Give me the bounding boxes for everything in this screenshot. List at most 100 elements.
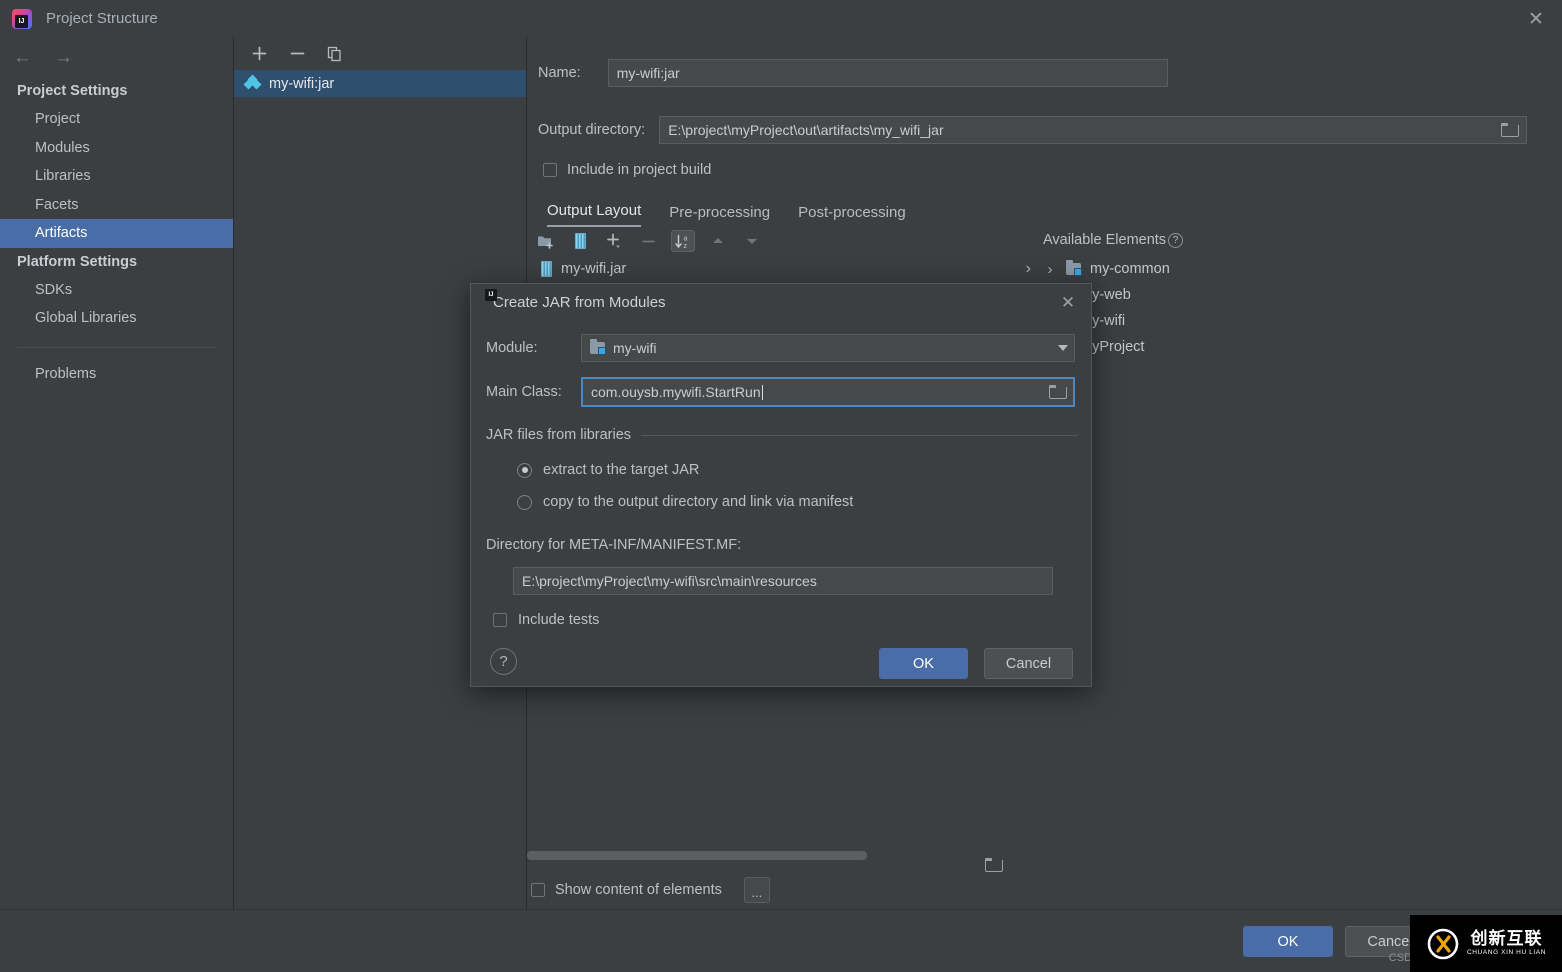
- tab-post-processing[interactable]: Post-processing: [798, 204, 906, 227]
- radio-copy-row[interactable]: copy to the output directory and link vi…: [517, 494, 853, 510]
- artifact-item-label: my-wifi:jar: [269, 76, 334, 92]
- sidebar-item-facets[interactable]: Facets: [0, 191, 233, 220]
- add-artifact-button[interactable]: [248, 43, 270, 65]
- sidebar-item-label: Problems: [35, 366, 96, 382]
- sidebar-item-label: SDKs: [35, 282, 72, 298]
- svg-text:a: a: [684, 235, 688, 242]
- available-elements-help-icon[interactable]: ?: [1168, 233, 1183, 248]
- radio-extract-to-target-jar[interactable]: [517, 463, 532, 478]
- output-directory-input[interactable]: E:\project\myProject\out\artifacts\my_wi…: [659, 116, 1527, 144]
- radio-extract-row[interactable]: extract to the target JAR: [517, 462, 699, 478]
- move-down-button[interactable]: [741, 230, 763, 252]
- include-tests-row[interactable]: Include tests: [493, 612, 599, 628]
- radio-copy-to-output-directory[interactable]: [517, 495, 532, 510]
- svg-text:z: z: [684, 243, 688, 250]
- watermark-behind-text: CSD: [1389, 952, 1412, 964]
- manifest-dir-label: Directory for META-INF/MANIFEST.MF:: [486, 537, 741, 553]
- dialog-help-button[interactable]: ?: [490, 648, 517, 675]
- dialog-title-bar: Create JAR from Modules ✕: [471, 284, 1091, 320]
- sidebar-item-sdks[interactable]: SDKs: [0, 276, 233, 305]
- sidebar-item-label: Facets: [35, 197, 79, 213]
- sidebar-item-label: Artifacts: [35, 225, 87, 241]
- output-tree-row[interactable]: my-wifi.jar ›: [535, 256, 1037, 282]
- main-class-value: com.ouysb.mywifi.StartRun: [591, 384, 761, 400]
- sidebar-item-libraries[interactable]: Libraries: [0, 162, 233, 191]
- close-icon[interactable]: ✕: [1524, 7, 1548, 31]
- remove-artifact-button[interactable]: [286, 43, 308, 65]
- sidebar-item-label: Libraries: [35, 168, 91, 184]
- chevron-right-icon[interactable]: ›: [1043, 261, 1057, 278]
- manifest-dir-value: E:\project\myProject\my-wifi\src\main\re…: [522, 573, 817, 589]
- forward-arrow-icon[interactable]: →: [54, 48, 73, 67]
- sidebar: ← → Project Settings Project Modules Lib…: [0, 37, 234, 909]
- sidebar-nav: ← →: [0, 37, 233, 77]
- add-archive-button[interactable]: [569, 230, 591, 252]
- manifest-dir-input[interactable]: E:\project\myProject\my-wifi\src\main\re…: [513, 567, 1053, 595]
- sidebar-group-platform-settings: Platform Settings: [0, 248, 233, 276]
- name-input[interactable]: my-wifi:jar: [608, 59, 1168, 87]
- browse-folder-icon[interactable]: [1501, 123, 1518, 137]
- output-directory-row: Output directory: E:\project\myProject\o…: [538, 116, 1562, 144]
- back-arrow-icon[interactable]: ←: [13, 48, 32, 67]
- sidebar-item-problems[interactable]: Problems: [0, 360, 233, 389]
- sidebar-group-project-settings: Project Settings: [0, 77, 233, 105]
- copy-artifact-button[interactable]: [324, 43, 346, 65]
- sidebar-item-modules[interactable]: Modules: [0, 134, 233, 163]
- title-bar: Project Structure ✕: [0, 0, 1562, 37]
- remove-element-button[interactable]: [637, 230, 659, 252]
- artifacts-toolbar: [234, 37, 526, 70]
- include-tests-checkbox[interactable]: [493, 613, 507, 627]
- main-class-row: Main Class: com.ouysb.mywifi.StartRun: [486, 377, 1075, 407]
- main-class-input[interactable]: com.ouysb.mywifi.StartRun: [581, 377, 1075, 407]
- show-content-checkbox[interactable]: [531, 883, 545, 897]
- add-element-button[interactable]: [603, 230, 625, 252]
- radio-copy-label: copy to the output directory and link vi…: [543, 494, 853, 510]
- artifact-list-item[interactable]: my-wifi:jar: [234, 70, 526, 97]
- show-content-label: Show content of elements: [555, 882, 722, 898]
- tab-output-layout[interactable]: Output Layout: [547, 202, 641, 227]
- available-elements-header: Available Elements ?: [1043, 232, 1183, 248]
- ellipsis-button[interactable]: ...: [744, 877, 770, 903]
- detail-tabs: Output Layout Pre-processing Post-proces…: [547, 197, 906, 227]
- sidebar-item-project[interactable]: Project: [0, 105, 233, 134]
- text-cursor: [762, 385, 763, 400]
- chevron-right-icon[interactable]: ›: [1026, 260, 1031, 278]
- tab-pre-processing[interactable]: Pre-processing: [669, 204, 770, 227]
- browse-manifest-icon[interactable]: [985, 858, 1002, 872]
- module-folder-icon: [590, 342, 605, 354]
- watermark-text: 创新互联 CHUANG XIN HU LIAN: [1467, 930, 1546, 957]
- sidebar-item-label: Global Libraries: [35, 310, 137, 326]
- dialog-close-icon[interactable]: ✕: [1057, 292, 1079, 314]
- jar-files-group-label: JAR files from libraries: [486, 427, 631, 443]
- jar-files-group-header: JAR files from libraries: [486, 427, 1078, 443]
- dialog-cancel-button[interactable]: Cancel: [984, 648, 1073, 679]
- available-tree-row[interactable]: › my-common: [1043, 256, 1283, 282]
- sidebar-divider: [17, 347, 216, 348]
- add-directory-button[interactable]: [535, 230, 557, 252]
- show-content-row: Show content of elements ...: [531, 877, 770, 903]
- sidebar-item-artifacts[interactable]: Artifacts: [0, 219, 233, 248]
- move-up-button[interactable]: [707, 230, 729, 252]
- name-row: Name: my-wifi:jar: [538, 59, 1562, 87]
- sort-alphabetically-button[interactable]: a z: [671, 230, 695, 252]
- output-directory-value: E:\project\myProject\out\artifacts\my_wi…: [668, 122, 943, 138]
- intellij-logo-icon: [12, 9, 32, 29]
- watermark: 创新互联 CHUANG XIN HU LIAN: [1410, 915, 1562, 972]
- include-in-project-build-row[interactable]: Include in project build: [543, 162, 711, 178]
- watermark-en: CHUANG XIN HU LIAN: [1467, 950, 1546, 957]
- output-layout-tree: my-wifi.jar ›: [535, 256, 1037, 282]
- manifest-dir-label-row: Directory for META-INF/MANIFEST.MF:: [486, 536, 741, 553]
- radio-extract-label: extract to the target JAR: [543, 462, 699, 478]
- artifact-diamond-icon: [245, 76, 260, 91]
- footer-bar: OK Cancel: [0, 909, 1562, 972]
- horizontal-scrollbar[interactable]: [527, 851, 867, 860]
- browse-class-icon[interactable]: [1049, 385, 1066, 399]
- module-select[interactable]: my-wifi: [581, 334, 1075, 362]
- sidebar-item-global-libraries[interactable]: Global Libraries: [0, 304, 233, 333]
- ok-button[interactable]: OK: [1243, 926, 1333, 957]
- cx-logo-icon: [1426, 927, 1460, 961]
- sidebar-item-label: Modules: [35, 140, 90, 156]
- dialog-ok-button[interactable]: OK: [879, 648, 968, 679]
- module-label: Module:: [486, 340, 581, 356]
- include-in-project-build-checkbox[interactable]: [543, 163, 557, 177]
